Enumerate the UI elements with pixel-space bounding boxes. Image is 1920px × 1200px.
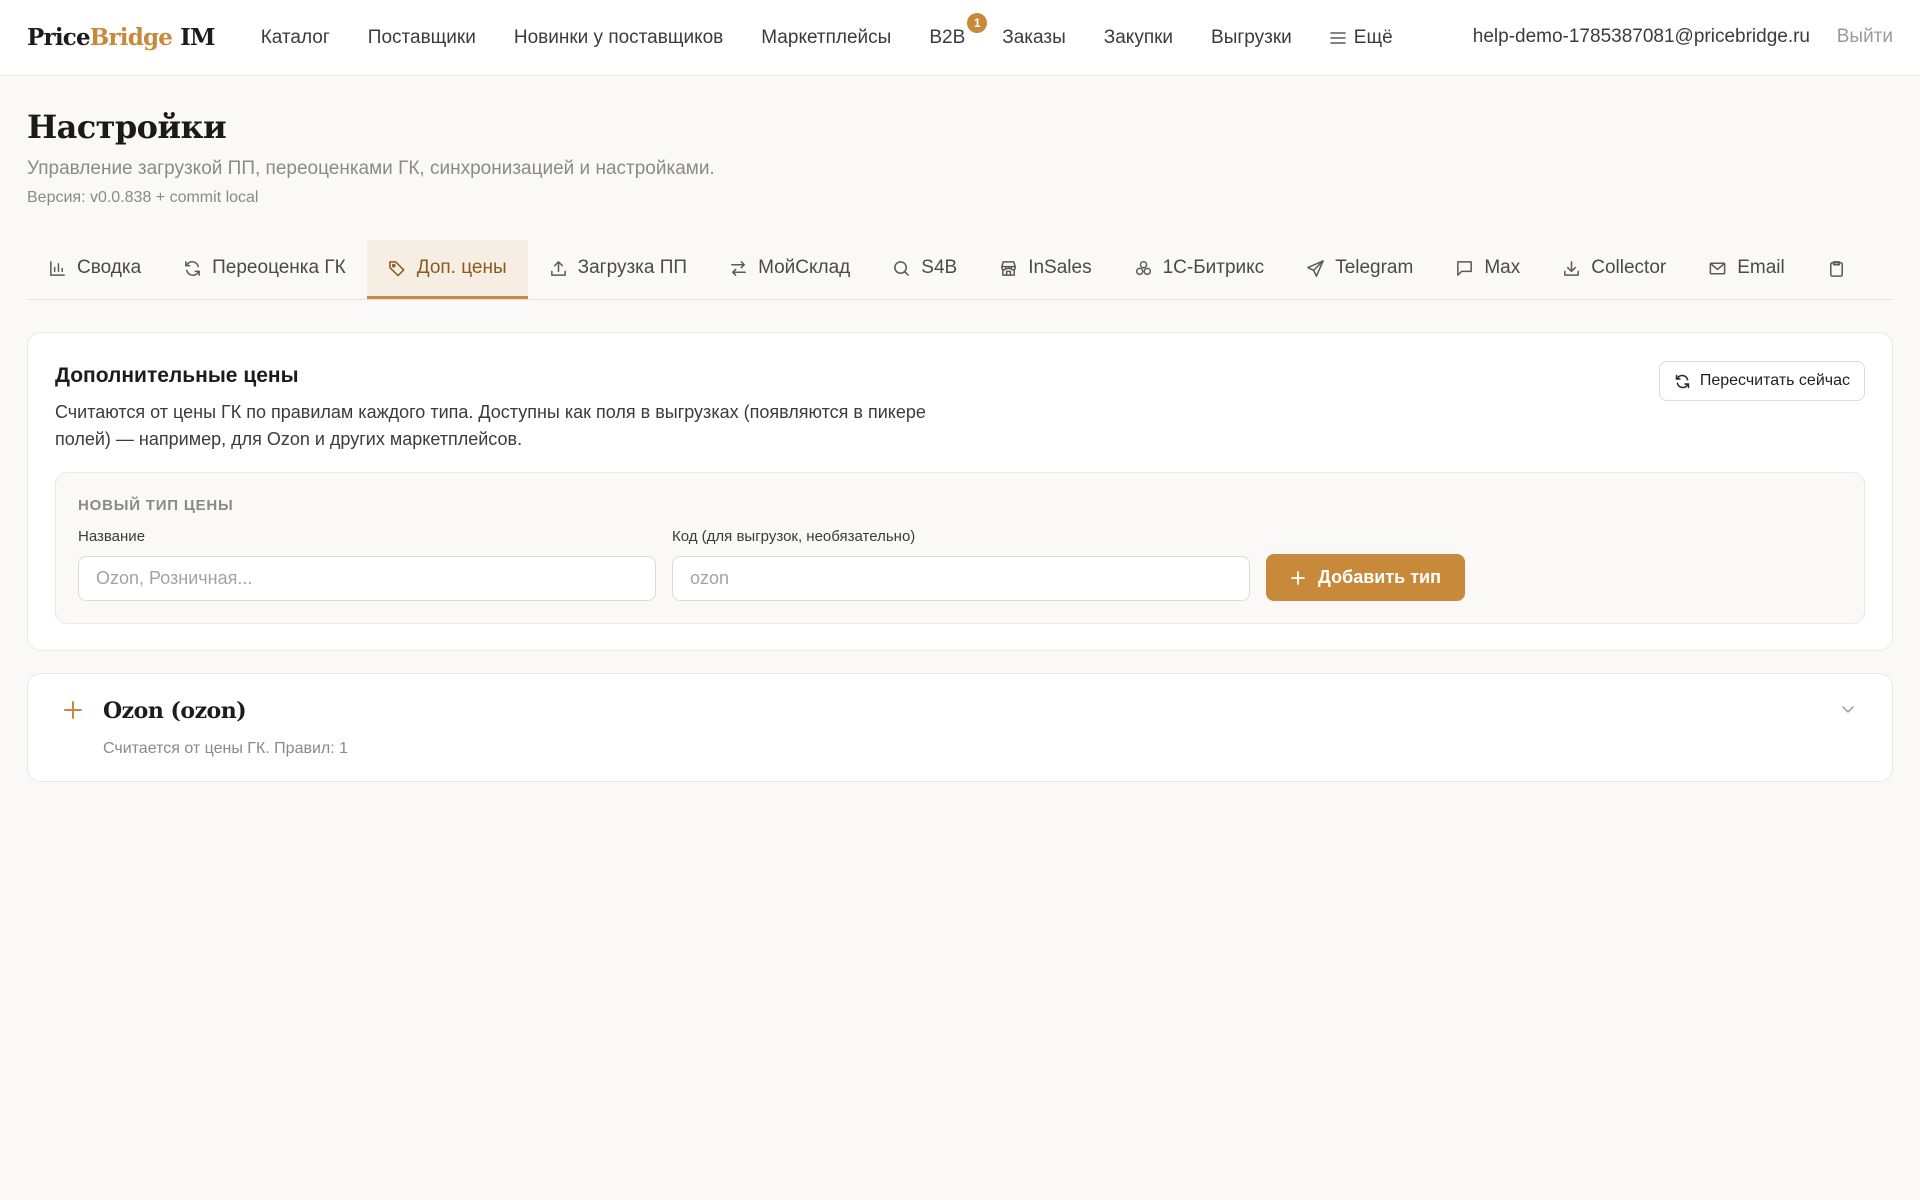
- tab-s4b[interactable]: S4B: [871, 240, 978, 299]
- add-type-button-label: Добавить тип: [1318, 567, 1441, 587]
- tab-label: 1С-Битрикс: [1162, 257, 1265, 278]
- page-subtitle: Управление загрузкой ПП, переоценками ГК…: [27, 158, 715, 179]
- settings-tabs: Сводка Переоценка ГК Доп. цены Загрузка …: [27, 240, 1893, 300]
- tab-label: Max: [1484, 257, 1521, 278]
- nav-item-b2b-label: B2B: [929, 26, 966, 48]
- tab-label: Collector: [1591, 257, 1667, 278]
- tab-label: Email: [1737, 257, 1785, 278]
- tab-label: S4B: [921, 257, 958, 278]
- new-price-type-form: НОВЫЙ ТИП ЦЕНЫ Название Код (для выгрузо…: [55, 472, 1865, 624]
- tag-icon: [388, 260, 405, 276]
- search-icon: [894, 260, 910, 276]
- price-type-subtitle: Считается от цены ГК. Правил: 1: [103, 740, 349, 757]
- message-icon: [1457, 260, 1473, 276]
- chevron-down-icon[interactable]: [1839, 700, 1857, 718]
- nav-item-b2b[interactable]: B2B 1: [929, 12, 988, 49]
- brand-logo[interactable]: Price Bridge IM: [27, 24, 216, 51]
- bar-chart-icon: [50, 260, 65, 276]
- tab-revaluation[interactable]: Переоценка ГК: [162, 240, 367, 299]
- tab-label: Переоценка ГК: [212, 257, 346, 278]
- tab-price-upload[interactable]: Загрузка ПП: [528, 240, 708, 299]
- tab-label: Сводка: [77, 257, 142, 278]
- tab-insales[interactable]: InSales: [978, 240, 1112, 299]
- nav-item-catalog[interactable]: Каталог: [261, 27, 330, 49]
- card-description: Считаются от цены ГК по правилам каждого…: [55, 402, 926, 449]
- nav-item-exports[interactable]: Выгрузки: [1211, 27, 1292, 49]
- tab-moysklad[interactable]: МойСклад: [708, 240, 871, 299]
- additional-prices-card: Дополнительные цены Считаются от цены ГК…: [27, 332, 1893, 651]
- tab-email[interactable]: Email: [1687, 240, 1806, 299]
- page-title: Настройки: [27, 108, 227, 146]
- price-type-title: Ozon (ozon): [103, 698, 247, 724]
- tab-label: МойСклад: [758, 257, 851, 278]
- tab-summary[interactable]: Сводка: [27, 240, 162, 299]
- menu-icon: [1329, 31, 1346, 44]
- logout-link[interactable]: Выйти: [1837, 26, 1893, 48]
- top-navbar: Price Bridge IM Каталог Поставщики Новинки…: [0, 0, 1920, 76]
- name-input[interactable]: [78, 556, 656, 601]
- tab-telegram[interactable]: Telegram: [1285, 240, 1434, 299]
- send-icon: [1307, 259, 1325, 277]
- plus-icon[interactable]: [63, 700, 83, 720]
- tab-1c-bitrix[interactable]: 1С-Битрикс: [1113, 240, 1286, 299]
- card-title: Дополнительные цены: [55, 364, 299, 387]
- nav-item-suppliers[interactable]: Поставщики: [368, 27, 476, 49]
- plus-icon: [1291, 570, 1305, 585]
- clipboard-icon: [1829, 260, 1843, 277]
- tab-max[interactable]: Max: [1434, 240, 1541, 299]
- tab-label: InSales: [1028, 257, 1092, 278]
- brand-logo-part2: Bridge: [89, 24, 173, 51]
- store-icon: [1001, 260, 1017, 276]
- tab-label: Telegram: [1335, 257, 1414, 278]
- mail-icon: [1709, 262, 1726, 274]
- tab-additional-prices[interactable]: Доп. цены: [366, 240, 528, 299]
- notification-badge: 1: [967, 12, 988, 33]
- add-type-button[interactable]: Добавить тип: [1266, 554, 1465, 601]
- code-field-label: Код (для выгрузок, необязательно): [672, 528, 916, 545]
- download-icon: [1564, 260, 1580, 276]
- name-field-label: Название: [78, 528, 146, 545]
- price-type-item[interactable]: Ozon (ozon) Считается от цены ГК. Правил…: [27, 673, 1893, 782]
- tab-label: Доп. цены: [416, 257, 507, 278]
- brand-logo-part1: Price: [27, 24, 91, 51]
- nav-item-supplier-news[interactable]: Новинки у поставщиков: [514, 27, 723, 49]
- nav-item-more[interactable]: Ещё: [1329, 26, 1393, 49]
- nav-item-purchases[interactable]: Закупки: [1104, 27, 1173, 49]
- user-email[interactable]: help-demo-1785387081@pricebridge.ru: [1473, 26, 1810, 48]
- upload-icon: [550, 260, 566, 276]
- nav-item-marketplaces[interactable]: Маркетплейсы: [761, 27, 891, 49]
- refresh-icon: [185, 260, 201, 276]
- cluster-icon: [1135, 260, 1151, 275]
- recalculate-button-label: Пересчитать сейчас: [1699, 372, 1850, 389]
- arrows-swap-icon: [731, 260, 746, 276]
- form-heading: НОВЫЙ ТИП ЦЕНЫ: [78, 497, 234, 514]
- refresh-icon: [1675, 374, 1690, 388]
- code-input[interactable]: [672, 556, 1250, 601]
- main-nav: Каталог Поставщики Новинки у поставщиков…: [261, 12, 1431, 49]
- brand-logo-part3: IM: [180, 24, 215, 51]
- version-text: Версия: v0.0.838 + commit local: [27, 189, 259, 206]
- tab-collector[interactable]: Collector: [1541, 240, 1687, 299]
- tab-label: Загрузка ПП: [577, 257, 688, 278]
- recalculate-button[interactable]: Пересчитать сейчас: [1658, 361, 1865, 401]
- tab-more[interactable]: [1806, 240, 1877, 299]
- nav-item-more-label: Ещё: [1353, 26, 1393, 48]
- nav-item-orders[interactable]: Заказы: [1002, 27, 1066, 49]
